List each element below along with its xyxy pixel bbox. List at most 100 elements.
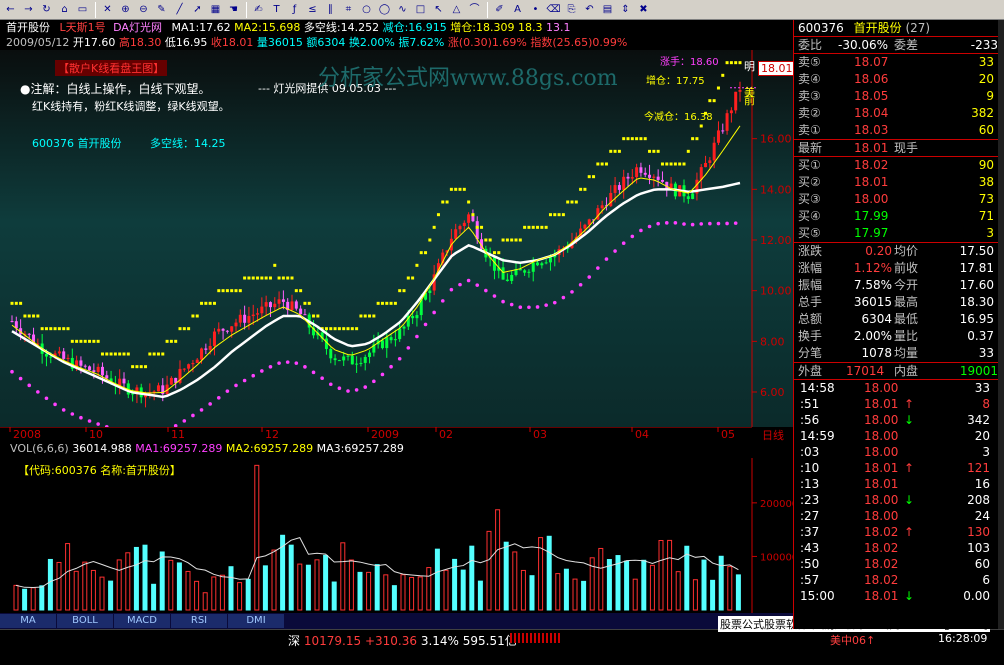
support-dot bbox=[716, 221, 721, 226]
home-icon[interactable]: ⌂ bbox=[56, 1, 73, 18]
tick-time: 15:00 bbox=[800, 589, 835, 603]
tab-macd[interactable]: MACD bbox=[114, 614, 170, 628]
tick-row: 14:59 18.00 20 bbox=[794, 428, 1004, 444]
forward-icon[interactable]: → bbox=[20, 1, 37, 18]
hand-icon[interactable]: ☚ bbox=[225, 1, 242, 18]
font-icon[interactable]: A bbox=[509, 1, 526, 18]
weibi-label: 委比 bbox=[798, 38, 823, 52]
undo-icon[interactable]: ↶ bbox=[581, 1, 598, 18]
bar-date: 2009/05/12 bbox=[6, 36, 70, 49]
text-icon[interactable]: T bbox=[268, 1, 285, 18]
pencil-icon[interactable]: ✐ bbox=[491, 1, 508, 18]
pen-icon[interactable]: ✎ bbox=[153, 1, 170, 18]
support-dot bbox=[18, 376, 23, 381]
resistance-dot bbox=[290, 276, 294, 280]
volume-bar bbox=[194, 580, 200, 611]
scroll-icon[interactable]: ⇕ bbox=[617, 1, 634, 18]
tab-ma[interactable]: MA bbox=[0, 614, 56, 628]
candle-body bbox=[277, 299, 281, 304]
volume-bar bbox=[555, 573, 561, 611]
zoom-in-icon[interactable]: ⊕ bbox=[117, 1, 134, 18]
support-dot bbox=[664, 221, 669, 225]
volume-bar bbox=[598, 547, 604, 611]
table-icon[interactable]: ▤ bbox=[599, 1, 616, 18]
tick-list[interactable]: 14:58 18.00 33:51 18.01 ↑ 8:56 18.00 ↓ 342 14:59 1… bbox=[794, 380, 1004, 604]
circle-icon[interactable]: ○ bbox=[358, 1, 375, 18]
volume-header: VOL(6,6,6) 36014.988 MA1:69257.289 MA2:6… bbox=[0, 441, 793, 456]
tab-dmi[interactable]: DMI bbox=[228, 614, 284, 628]
candle-body bbox=[600, 205, 604, 209]
volume-bar bbox=[22, 588, 28, 611]
resistance-dot bbox=[368, 314, 372, 318]
tri-icon[interactable]: △ bbox=[448, 1, 465, 18]
copy-icon[interactable]: ⎘ bbox=[563, 1, 580, 18]
resistance-dot bbox=[622, 137, 626, 141]
candle-body bbox=[622, 176, 626, 190]
resistance-dot bbox=[243, 276, 247, 280]
price-chart[interactable]: 16.00 14.00 12.00 10.00 8.00 6.00 【散户K线看盘王图】 … bbox=[0, 50, 796, 430]
wave-icon[interactable]: ∿ bbox=[394, 1, 411, 18]
indicator-2[interactable]: DA灯光网 bbox=[113, 21, 162, 34]
resistance-dot bbox=[23, 314, 27, 318]
arrow-icon[interactable]: ➚ bbox=[189, 1, 206, 18]
grid-icon[interactable]: ▦ bbox=[207, 1, 224, 18]
resistance-dot bbox=[656, 149, 660, 153]
candle-body bbox=[264, 302, 268, 307]
volume-chart[interactable]: 200000 100000 【代码:600376 名称:首开股份】 bbox=[0, 458, 798, 613]
arc-icon[interactable]: ⌒ bbox=[466, 1, 483, 18]
window-icon[interactable]: ▭ bbox=[74, 1, 91, 18]
ellipse-icon[interactable]: ◯ bbox=[376, 1, 393, 18]
resistance-dot bbox=[536, 225, 540, 229]
tab-boll[interactable]: BOLL bbox=[57, 614, 113, 628]
back-icon[interactable]: ← bbox=[2, 1, 19, 18]
volume-bar bbox=[185, 570, 191, 611]
tick-volume: 121 bbox=[967, 461, 990, 475]
fib-icon[interactable]: ƒ bbox=[286, 1, 303, 18]
candle-body bbox=[729, 110, 733, 114]
resistance-dot bbox=[389, 301, 393, 305]
quote-scrollbar[interactable] bbox=[998, 20, 1004, 629]
eraser-icon[interactable]: ⌫ bbox=[545, 1, 562, 18]
cross-icon[interactable]: ✕ bbox=[99, 1, 116, 18]
channel-icon[interactable]: ∥ bbox=[322, 1, 339, 18]
tick-row: :57 18.02 6 bbox=[794, 572, 1004, 588]
resistance-dot bbox=[187, 327, 191, 331]
dot-icon[interactable]: • bbox=[527, 1, 544, 18]
volume-bar bbox=[108, 580, 114, 611]
zoom-out-icon[interactable]: ⊖ bbox=[135, 1, 152, 18]
stat-label: 前收 bbox=[894, 261, 919, 275]
resistance-dot bbox=[113, 352, 117, 356]
gann-icon[interactable]: ⌗ bbox=[340, 1, 357, 18]
resistance-dot bbox=[380, 301, 384, 305]
line-icon[interactable]: ╱ bbox=[171, 1, 188, 18]
cursor-icon[interactable]: ↖ bbox=[430, 1, 447, 18]
bid-list: 买① 18.02 90 买② 18.01 38 买③ 18.00 73 买④ 17.99 71 买⑤ 17… bbox=[794, 157, 1004, 243]
indicator-1[interactable]: L天斯1号 bbox=[60, 21, 106, 34]
support-dot bbox=[406, 346, 411, 350]
resistance-dot bbox=[393, 301, 397, 305]
resistance-dot bbox=[118, 352, 122, 356]
tab-rsi[interactable]: RSI bbox=[171, 614, 227, 628]
support-dot bbox=[535, 305, 540, 309]
refresh-icon[interactable]: ↻ bbox=[38, 1, 55, 18]
volume-bar bbox=[546, 535, 552, 611]
status-index-pct: 3.14% bbox=[420, 634, 459, 648]
tick-row: :23 18.00 ↓ 208 bbox=[794, 492, 1004, 508]
vol-tick-label: 200000 bbox=[760, 499, 793, 510]
volume-bar bbox=[641, 559, 647, 611]
tick-row: :51 18.01 ↑ 8 bbox=[794, 396, 1004, 412]
ask-volume: 20 bbox=[978, 72, 994, 86]
square-icon[interactable]: □ bbox=[412, 1, 429, 18]
support-dot bbox=[96, 422, 100, 426]
resistance-dot bbox=[359, 314, 363, 318]
ask-list: 卖⑤ 18.07 33 卖④ 18.06 20 卖③ 18.05 9 卖② 18.04 382 卖① 18… bbox=[794, 54, 1004, 140]
resistance-dot bbox=[355, 327, 359, 331]
close-icon[interactable]: ✖ bbox=[635, 1, 652, 18]
support-dot bbox=[294, 361, 299, 365]
zengcang-label: 增仓：17.75 bbox=[646, 76, 705, 87]
amount-value: 额6304 bbox=[306, 36, 346, 49]
tick-price: 18.01 bbox=[864, 461, 899, 475]
fan-icon[interactable]: ≤ bbox=[304, 1, 321, 18]
x-tick-label: 2009 bbox=[371, 428, 399, 441]
draw-icon[interactable]: ✍ bbox=[250, 1, 267, 18]
